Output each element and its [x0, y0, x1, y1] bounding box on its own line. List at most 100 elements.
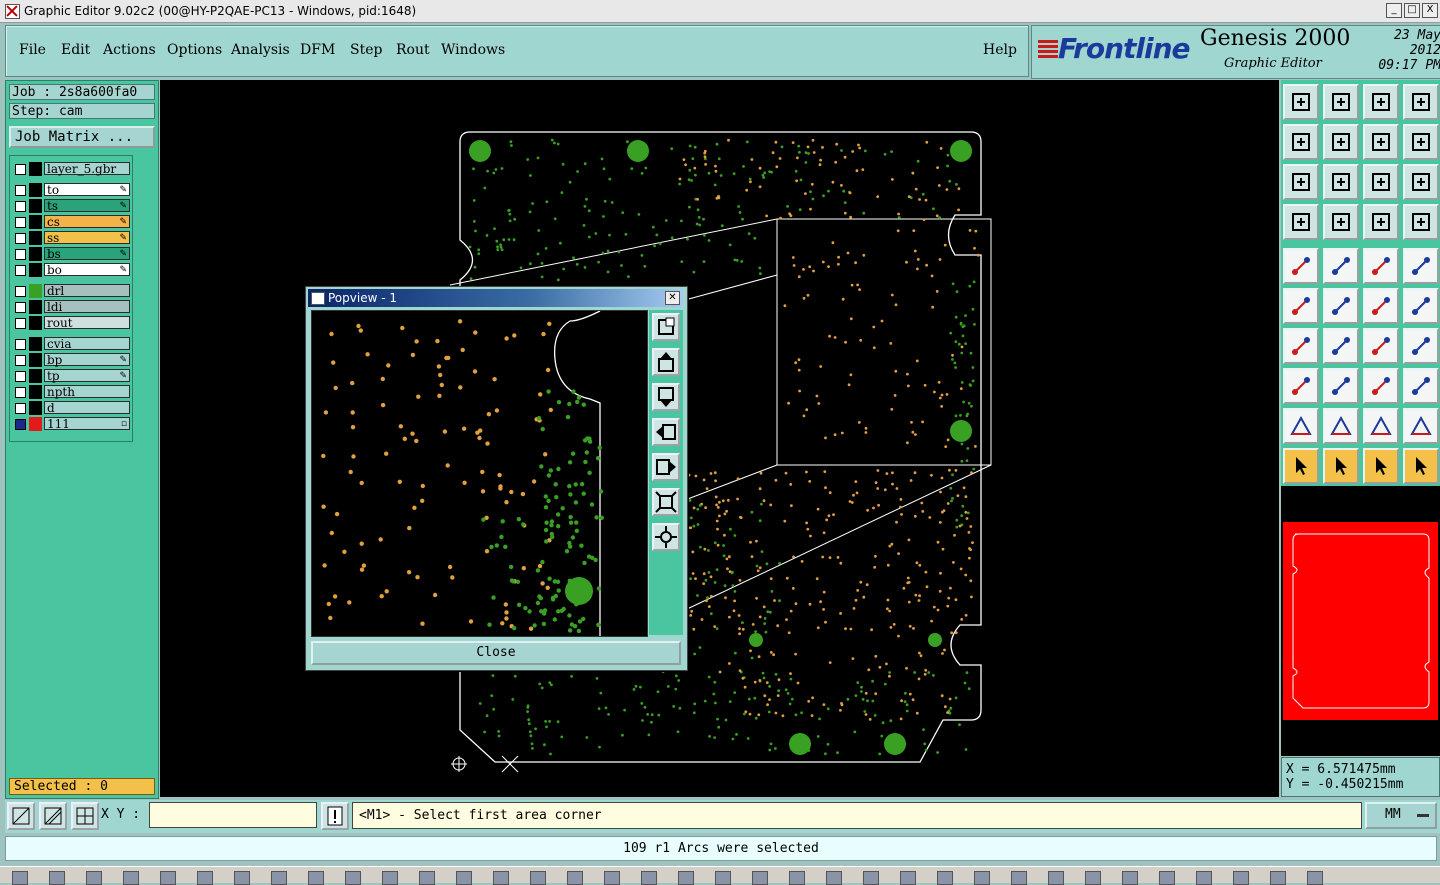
move-right-tool-button[interactable]: [1323, 124, 1359, 160]
layer-checkbox[interactable]: [15, 403, 26, 414]
taskbar-app-icon[interactable]: [49, 871, 65, 885]
layer-row-to[interactable]: to ✎: [12, 183, 130, 197]
layer-row-layer-5-gbr[interactable]: layer_5.gbr: [12, 162, 130, 176]
zoom-in-button[interactable]: [652, 313, 680, 341]
snap-mode-button[interactable]: [7, 802, 35, 830]
feature-select-tool-button[interactable]: [1283, 368, 1319, 404]
move-left-tool-button[interactable]: [1283, 124, 1319, 160]
dimension-tool-button[interactable]: [1363, 368, 1399, 404]
layer-checkbox[interactable]: [15, 419, 26, 430]
xy-input[interactable]: [149, 802, 317, 828]
polygon-tool-button[interactable]: [1323, 408, 1359, 444]
layer-checkbox[interactable]: [15, 387, 26, 398]
layer-row-rout[interactable]: rout: [12, 316, 130, 330]
job-matrix-button[interactable]: Job Matrix ...: [9, 126, 155, 148]
zoom-center-tool-button[interactable]: [1323, 164, 1359, 200]
triangle-tool-button[interactable]: [1283, 408, 1319, 444]
measure-tool-button[interactable]: [1363, 248, 1399, 284]
taskbar-app-icon[interactable]: [900, 871, 916, 885]
layer-row-d[interactable]: d: [12, 401, 130, 415]
layer-checkbox[interactable]: [15, 318, 26, 329]
units-select[interactable]: MM: [1365, 802, 1437, 829]
taskbar-app-icon[interactable]: [308, 871, 324, 885]
pan-down-button[interactable]: [652, 383, 680, 411]
layer-checkbox[interactable]: [15, 302, 26, 313]
layer-name[interactable]: bo ✎: [44, 263, 130, 277]
line-cut-tool-button[interactable]: [1323, 368, 1359, 404]
layer-row-tp[interactable]: tp ✎: [12, 369, 130, 383]
layer-name[interactable]: rout: [44, 316, 130, 330]
select-path-tool-button[interactable]: [1403, 448, 1439, 484]
taskbar-app-icon[interactable]: [567, 871, 583, 885]
layer-row-cs[interactable]: cs ✎: [12, 215, 130, 229]
copy-feature-tool-button[interactable]: [1403, 288, 1439, 324]
menu-dfm[interactable]: DFM: [300, 42, 335, 58]
layer-checkbox[interactable]: [15, 265, 26, 276]
taskbar-app-icon[interactable]: [1233, 871, 1249, 885]
shape-tool-button[interactable]: [1403, 368, 1439, 404]
taskbar-app-icon[interactable]: [1159, 871, 1175, 885]
popview-close-button[interactable]: Close: [311, 641, 681, 665]
taskbar-app-icon[interactable]: [1122, 871, 1138, 885]
select-box-tool-button[interactable]: [1323, 448, 1359, 484]
layer-name[interactable]: drl: [44, 284, 130, 298]
taskbar-app-icon[interactable]: [493, 871, 509, 885]
zoom-fit-button[interactable]: [652, 523, 680, 551]
move-up-tool-button[interactable]: [1283, 84, 1319, 120]
layer-name[interactable]: ts ✎: [44, 199, 130, 213]
snap-settings-tool-button[interactable]: [1283, 204, 1319, 240]
taskbar-app-icon[interactable]: [530, 871, 546, 885]
pan-left-button[interactable]: [652, 418, 680, 446]
layer-row-drl[interactable]: drl: [12, 284, 130, 298]
layer-checkbox[interactable]: [15, 371, 26, 382]
maximize-button[interactable]: □: [1404, 3, 1420, 18]
popview-canvas[interactable]: [311, 310, 648, 637]
net-edit-tool-button[interactable]: [1363, 204, 1399, 240]
query-tool-button[interactable]: [1403, 164, 1439, 200]
taskbar-app-icon[interactable]: [863, 871, 879, 885]
layer-checkbox[interactable]: [15, 286, 26, 297]
zoom-window-tool-button[interactable]: [1403, 84, 1439, 120]
add-feature-tool-button[interactable]: [1323, 248, 1359, 284]
taskbar-app-icon[interactable]: [678, 871, 694, 885]
move-down-tool-button[interactable]: [1323, 84, 1359, 120]
taskbar-app-icon[interactable]: [12, 871, 28, 885]
layer-row-bo[interactable]: bo ✎: [12, 263, 130, 277]
layer-checkbox[interactable]: [15, 233, 26, 244]
layer-row-bs[interactable]: bs ✎: [12, 247, 130, 261]
taskbar-app-icon[interactable]: [382, 871, 398, 885]
flip-tool-button[interactable]: [1403, 408, 1439, 444]
taskbar-app-icon[interactable]: [123, 871, 139, 885]
layer-checkbox[interactable]: [15, 339, 26, 350]
menu-help[interactable]: Help: [983, 42, 1017, 58]
layer-row-111[interactable]: 111 ▫: [12, 417, 130, 431]
taskbar-app-icon[interactable]: [604, 871, 620, 885]
menu-edit[interactable]: Edit: [61, 42, 90, 58]
taskbar-app-icon[interactable]: [271, 871, 287, 885]
layer-row-ldi[interactable]: ldi: [12, 300, 130, 314]
taskbar-app-icon[interactable]: [234, 871, 250, 885]
select-circle-tool-button[interactable]: [1363, 448, 1399, 484]
layer-name[interactable]: layer_5.gbr: [44, 162, 130, 176]
layer-name[interactable]: npth: [44, 385, 130, 399]
board-minimap[interactable]: [1281, 486, 1440, 756]
taskbar-app-icon[interactable]: [1011, 871, 1027, 885]
layer-row-ts[interactable]: ts ✎: [12, 199, 130, 213]
measure-mode-button[interactable]: [39, 802, 67, 830]
taskbar-app-icon[interactable]: [789, 871, 805, 885]
net-compare-tool-button[interactable]: [1403, 204, 1439, 240]
layer-name[interactable]: cs ✎: [44, 215, 130, 229]
taskbar-app-icon[interactable]: [197, 871, 213, 885]
layer-name[interactable]: ldi: [44, 300, 130, 314]
taskbar-app-icon[interactable]: [1307, 871, 1323, 885]
layer-name[interactable]: bs ✎: [44, 247, 130, 261]
layer-row-npth[interactable]: npth: [12, 385, 130, 399]
taskbar-app-icon[interactable]: [419, 871, 435, 885]
layer-name[interactable]: cvia: [44, 337, 130, 351]
taskbar-app-icon[interactable]: [1196, 871, 1212, 885]
text-tool-button[interactable]: [1403, 328, 1439, 364]
taskbar-app-icon[interactable]: [1270, 871, 1286, 885]
pan-up-button[interactable]: [652, 348, 680, 376]
add-round-pad-tool-button[interactable]: [1403, 248, 1439, 284]
connect-tool-button[interactable]: [1283, 288, 1319, 324]
